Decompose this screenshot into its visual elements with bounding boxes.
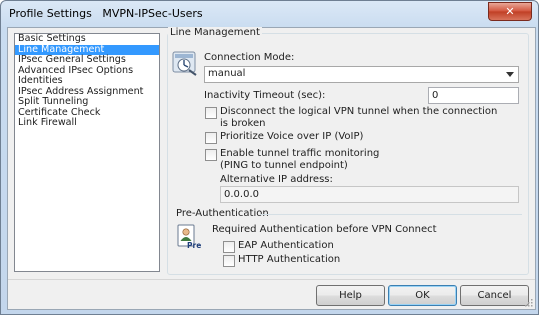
inactivity-timeout-input[interactable] [428, 87, 519, 104]
nav-item-identities[interactable]: Identities [15, 75, 159, 87]
connection-settings-icon [172, 50, 198, 76]
close-button[interactable]: ✕ [488, 2, 532, 21]
disconnect-tunnel-label: Disconnect the logical VPN tunnel when t… [220, 106, 498, 117]
eap-authentication-label: EAP Authentication [238, 240, 334, 251]
eap-authentication-checkbox[interactable] [223, 241, 235, 253]
inactivity-timeout-label: Inactivity Timeout (sec): [204, 90, 326, 101]
disconnect-tunnel-checkbox[interactable] [205, 107, 217, 119]
settings-category-list[interactable]: Basic Settings Line Management IPsec Gen… [14, 33, 160, 272]
profile-settings-window: Profile Settings MVPN-IPSec-Users ✕ Basi… [0, 0, 539, 315]
nav-item-basic-settings[interactable]: Basic Settings [15, 33, 159, 45]
http-authentication-label: HTTP Authentication [238, 254, 341, 265]
pre-authentication-icon: Pre [176, 224, 202, 250]
resize-grip-icon[interactable] [523, 297, 533, 307]
button-area-divider [8, 279, 535, 280]
http-authentication-checkbox[interactable] [223, 255, 235, 267]
window-title: Profile Settings MVPN-IPSec-Users [9, 7, 203, 20]
ok-button[interactable]: OK [388, 285, 457, 306]
connection-mode-select[interactable]: manual [204, 66, 519, 83]
connection-mode-label: Connection Mode: [204, 52, 295, 63]
disconnect-tunnel-label-line2: is broken [220, 118, 266, 129]
alternative-ip-label: Alternative IP address: [220, 174, 333, 185]
dialog-client-area: Basic Settings Line Management IPsec Gen… [7, 27, 536, 310]
pre-icon-text: Pre [187, 241, 201, 250]
traffic-monitoring-label: Enable tunnel traffic monitoring [220, 148, 380, 159]
alternative-ip-input[interactable] [220, 186, 519, 203]
prioritize-voip-checkbox[interactable] [205, 132, 217, 144]
line-management-panel: Line Management Connection Mode: manual … [162, 27, 530, 275]
nav-item-split-tunneling[interactable]: Split Tunneling [15, 96, 159, 108]
chevron-down-icon [506, 72, 514, 77]
pre-authentication-title: Pre-Authentication [176, 208, 269, 219]
prioritize-voip-label: Prioritize Voice over IP (VoIP) [220, 131, 364, 142]
required-authentication-label: Required Authentication before VPN Conne… [212, 224, 437, 235]
traffic-monitoring-label-line2: (PING to tunnel endpoint) [220, 160, 348, 171]
alternative-ip-field[interactable] [221, 187, 518, 202]
cancel-button[interactable]: Cancel [460, 285, 529, 306]
help-button[interactable]: Help [316, 285, 385, 306]
nav-item-link-firewall[interactable]: Link Firewall [15, 117, 159, 129]
connection-mode-value: manual [208, 68, 246, 79]
close-icon: ✕ [505, 5, 515, 18]
pre-authentication-divider [260, 214, 522, 215]
line-management-title: Line Management [168, 27, 262, 38]
nav-item-ipsec-general-settings[interactable]: IPsec General Settings [15, 54, 159, 66]
title-bar[interactable]: Profile Settings MVPN-IPSec-Users ✕ [1, 1, 538, 27]
inactivity-timeout-field[interactable] [429, 88, 518, 103]
traffic-monitoring-checkbox[interactable] [205, 149, 217, 161]
